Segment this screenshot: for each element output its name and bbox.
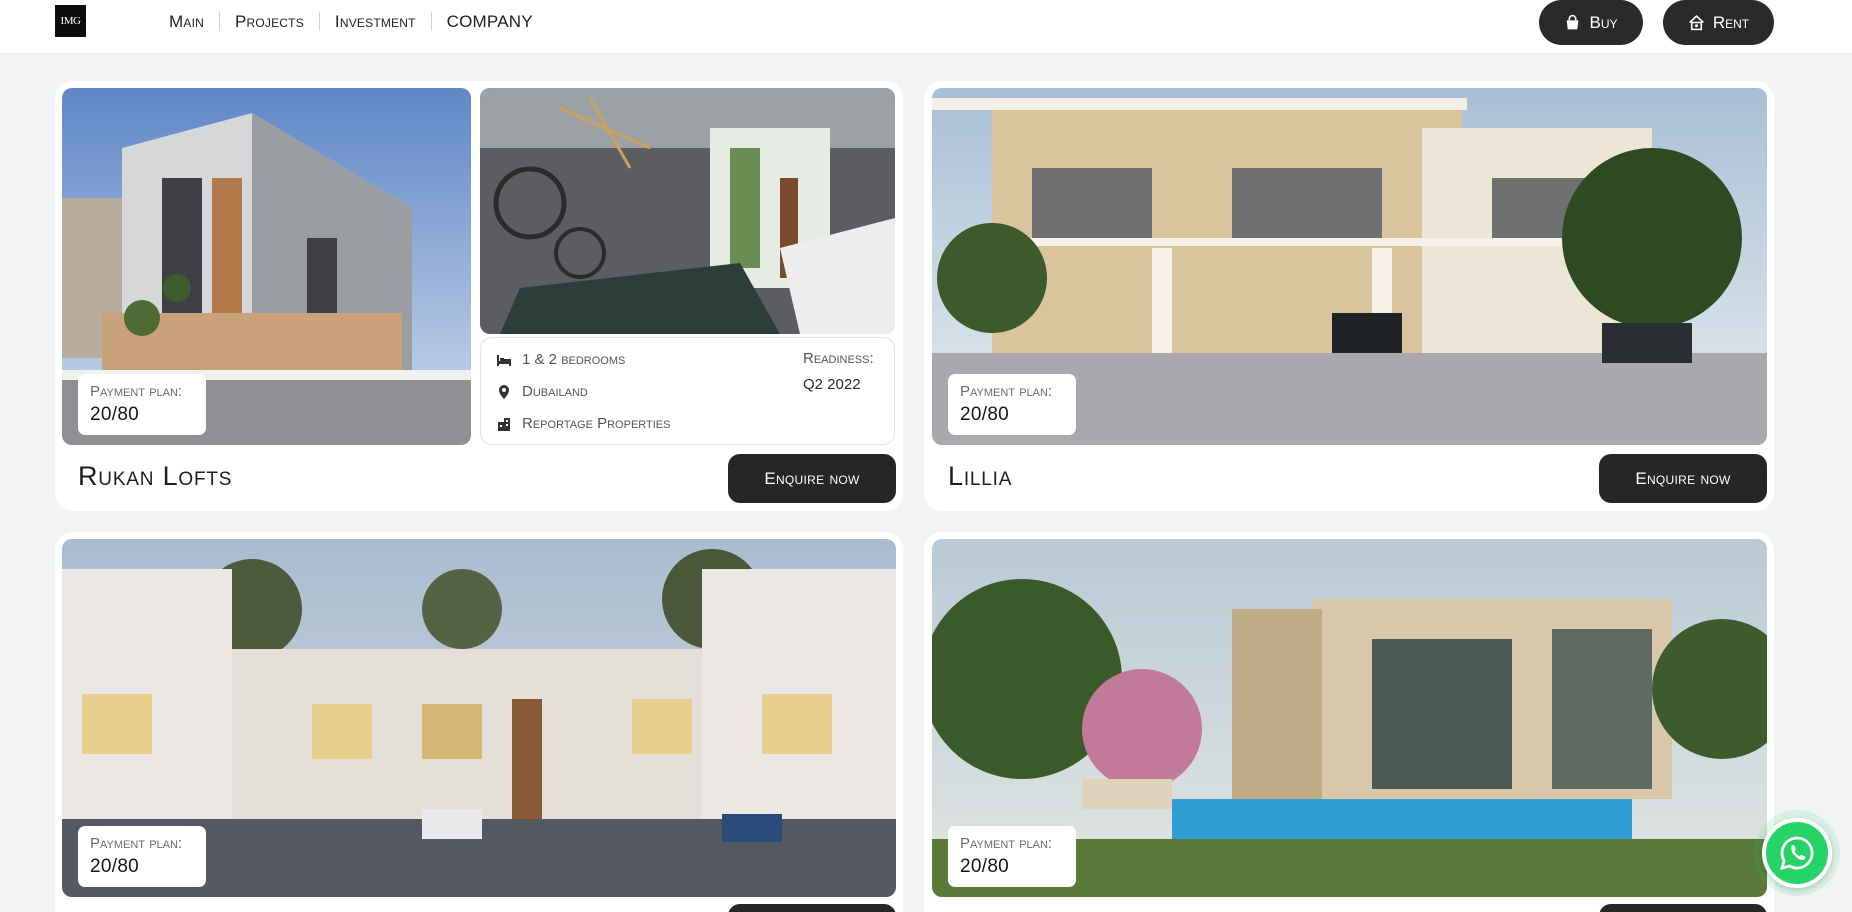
- project-title[interactable]: Lillia: [948, 461, 1012, 492]
- payment-plan-label: Payment plan:: [960, 383, 1053, 400]
- project-image-exterior[interactable]: Payment plan: 20/80: [62, 539, 896, 897]
- project-card: Payment plan: 20/80: [55, 532, 903, 912]
- location-pin-icon: [499, 384, 509, 399]
- rent-label: Rent: [1712, 12, 1750, 32]
- payment-plan-value: 20/80: [90, 404, 140, 425]
- house-key-icon: [1688, 15, 1704, 31]
- enquire-now-button[interactable]: [1599, 904, 1767, 912]
- main-nav: Main Projects Investment COMPANY: [154, 12, 548, 31]
- project-card-lillia: Payment plan: 20/80 Lillia Enquire now: [924, 81, 1774, 511]
- project-image-exterior[interactable]: Payment plan: 20/80: [62, 88, 471, 445]
- payment-plan-value: 20/80: [960, 404, 1010, 425]
- bed-icon: [497, 354, 511, 366]
- shopping-bag-icon: [1567, 14, 1579, 30]
- project-title[interactable]: Rukan Lofts: [78, 461, 232, 492]
- nav-item-main[interactable]: Main: [154, 12, 219, 31]
- payment-plan-badge: Payment plan: 20/80: [78, 374, 206, 435]
- nav-item-projects[interactable]: Projects: [218, 12, 319, 31]
- project-image-exterior[interactable]: Payment plan: 20/80: [932, 88, 1767, 445]
- enquire-now-button[interactable]: Enquire now: [1599, 454, 1767, 503]
- project-card: Payment plan: 20/80: [924, 532, 1774, 912]
- payment-plan-badge: Payment plan: 20/80: [948, 374, 1076, 435]
- payment-plan-label: Payment plan:: [90, 835, 183, 852]
- payment-plan-label: Payment plan:: [960, 835, 1053, 852]
- rent-button[interactable]: Rent: [1663, 0, 1774, 45]
- enquire-now-button[interactable]: Enquire now: [728, 454, 896, 503]
- buy-button[interactable]: Buy: [1539, 0, 1643, 45]
- payment-plan-label: Payment plan:: [90, 383, 183, 400]
- logo[interactable]: IMG: [55, 5, 86, 37]
- payment-plan-badge: Payment plan: 20/80: [948, 826, 1076, 887]
- bedrooms-text: 1 & 2 bedrooms: [522, 351, 626, 368]
- whatsapp-button[interactable]: [1762, 818, 1832, 888]
- project-details-box: 1 & 2 bedrooms Dubailand Reportage Prope…: [480, 337, 895, 445]
- payment-plan-value: 20/80: [960, 856, 1010, 877]
- top-header: IMG Main Projects Investment COMPANY Buy…: [0, 0, 1852, 54]
- developer-text: Reportage Properties: [522, 415, 671, 432]
- developer-row: Reportage Properties: [496, 415, 670, 432]
- payment-plan-badge: Payment plan: 20/80: [78, 826, 206, 887]
- location-row: Dubailand: [496, 383, 588, 400]
- readiness-label: Readiness:: [803, 350, 874, 367]
- building-icon: [498, 417, 510, 431]
- project-card-rukan-lofts: Payment plan: 20/80 1 & 2 bedrooms Dubai…: [55, 81, 903, 511]
- whatsapp-icon: [1780, 836, 1814, 870]
- buy-label: Buy: [1589, 12, 1618, 32]
- location-text: Dubailand: [522, 383, 588, 400]
- project-image-exterior[interactable]: Payment plan: 20/80: [932, 539, 1767, 897]
- enquire-now-button[interactable]: [728, 904, 896, 912]
- nav-item-company[interactable]: COMPANY: [430, 12, 548, 31]
- bedrooms-row: 1 & 2 bedrooms: [496, 351, 625, 368]
- payment-plan-value: 20/80: [90, 856, 140, 877]
- readiness-value: Q2 2022: [803, 376, 861, 393]
- project-image-interior[interactable]: [480, 88, 895, 334]
- nav-item-investment[interactable]: Investment: [318, 12, 431, 31]
